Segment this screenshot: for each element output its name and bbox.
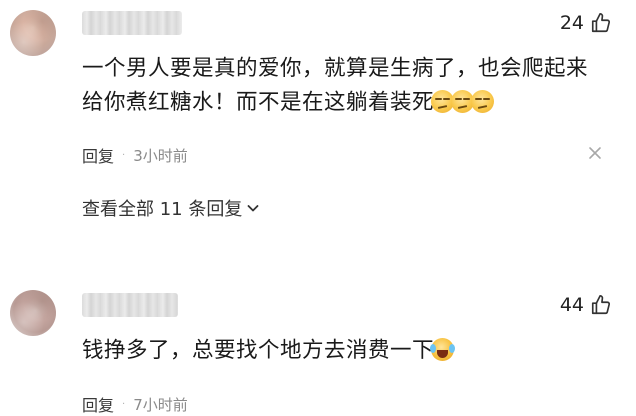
comment-meta: 回复 · 7小时前	[82, 392, 188, 416]
laugh-cry-emoji-icon	[430, 338, 456, 361]
thumbs-up-icon[interactable]	[590, 12, 612, 34]
like-button[interactable]: 24	[560, 12, 612, 34]
like-count: 24	[559, 12, 584, 34]
avatar[interactable]	[10, 290, 56, 336]
comment-text: 一个男人要是真的爱你，就算是生病了，也会爬起来 给你煮红糖水！而不是在这躺着装死	[82, 52, 588, 120]
close-icon[interactable]	[588, 145, 602, 159]
like-count: 44	[559, 294, 584, 316]
view-all-replies-button[interactable]: 查看全部 11 条回复	[82, 195, 260, 221]
reply-button[interactable]: 回复	[82, 392, 114, 416]
smirk-emoji-icon	[471, 90, 495, 113]
comment-meta: 回复 · 3小时前	[82, 143, 188, 167]
like-button[interactable]: 44	[560, 294, 612, 316]
username-redacted[interactable]	[82, 293, 178, 317]
avatar-blur	[10, 10, 56, 56]
thumbs-up-icon[interactable]	[590, 294, 612, 316]
view-all-replies-label: 查看全部 11 条回复	[82, 199, 243, 220]
avatar[interactable]	[10, 10, 56, 56]
separator-dot: ·	[122, 398, 126, 410]
comment-time: 3小时前	[133, 146, 188, 165]
separator-dot: ·	[122, 149, 126, 161]
chevron-down-icon	[246, 201, 260, 215]
comment-text-line: 一个男人要是真的爱你，就算是生病了，也会爬起来	[82, 56, 589, 81]
username-redacted[interactable]	[82, 11, 182, 35]
comment-time: 7小时前	[133, 395, 188, 414]
avatar-blur	[10, 290, 56, 336]
comment-text: 钱挣多了，总要找个地方去消费一下	[82, 334, 456, 368]
comment-text-line: 钱挣多了，总要找个地方去消费一下	[82, 338, 435, 363]
comment-text-line: 给你煮红糖水！而不是在这躺着装死	[82, 86, 588, 120]
comment-text-line-2: 给你煮红糖水！而不是在这躺着装死	[82, 90, 435, 115]
reply-button[interactable]: 回复	[82, 143, 114, 167]
